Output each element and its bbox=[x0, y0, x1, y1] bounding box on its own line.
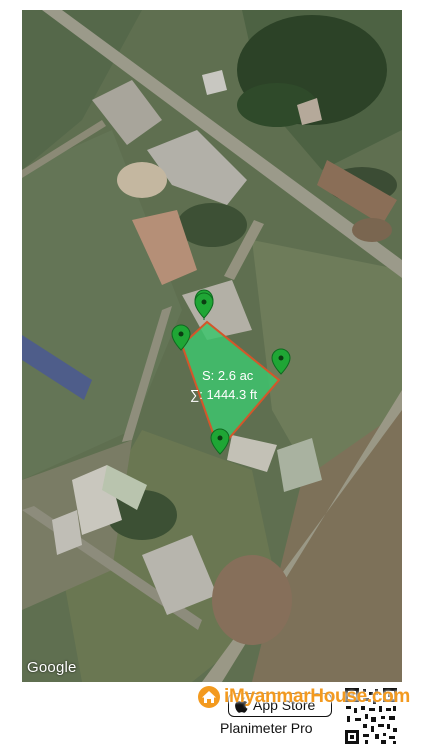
perimeter-label: ∑: 1444.3 ft bbox=[190, 387, 258, 402]
area-label: S: 2.6 ac bbox=[202, 368, 254, 383]
measured-area-polygon[interactable] bbox=[180, 320, 281, 452]
watermark: iMyanmarHouse.com bbox=[197, 684, 410, 710]
map-pin-1[interactable] bbox=[194, 289, 214, 320]
map-pin-4[interactable] bbox=[210, 428, 230, 455]
satellite-map[interactable]: S: 2.6 ac ∑: 1444.3 ft Google bbox=[22, 10, 402, 682]
app-name: Planimeter Pro bbox=[220, 720, 313, 736]
watermark-text: iMyanmarHouse.com bbox=[224, 686, 411, 707]
google-logo: Google bbox=[27, 659, 77, 676]
measurement-overlay bbox=[171, 289, 291, 455]
screenshot-frame: S: 2.6 ac ∑: 1444.3 ft Google App Store … bbox=[0, 0, 423, 750]
footer: App Store Planimeter Pro iMyanmarHouse.c… bbox=[0, 682, 423, 750]
house-icon bbox=[198, 686, 220, 708]
map-pin-3[interactable] bbox=[271, 348, 291, 375]
